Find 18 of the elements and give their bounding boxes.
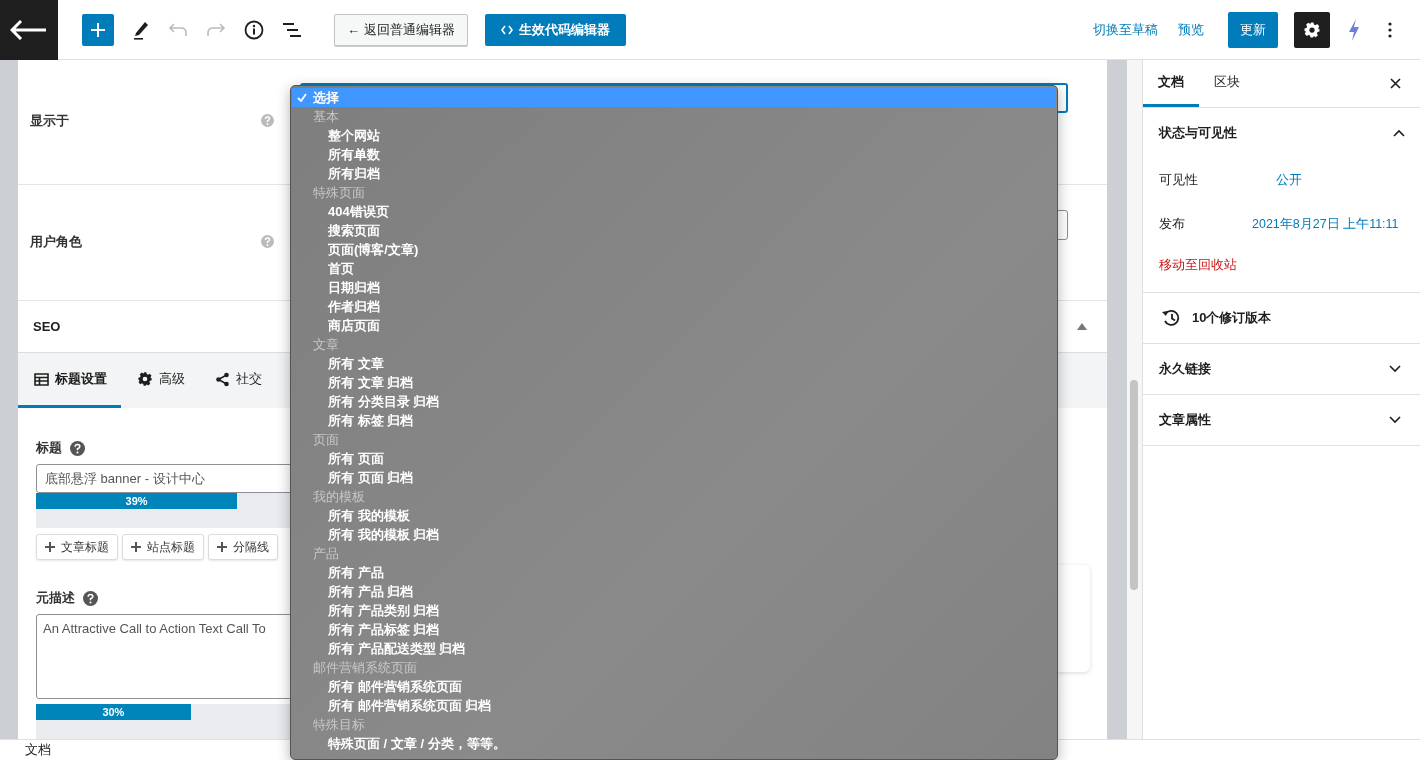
option-group-label: 特殊页面 xyxy=(312,184,366,202)
setting-label: 可见性 xyxy=(1159,171,1199,189)
option-group-label: 我的模板 xyxy=(312,488,366,506)
meter-reading: 39% xyxy=(125,495,148,507)
field-label: 标题 xyxy=(36,439,62,457)
setting-label: 发布 xyxy=(1159,215,1186,233)
option-group-label: 特殊目标 xyxy=(312,716,366,734)
option-group-label: 邮件营销系统页面 xyxy=(312,659,418,677)
field-label: 元描述 xyxy=(36,589,75,607)
option-group-label: 文章 xyxy=(312,336,340,354)
option-group-label: 产品 xyxy=(312,545,340,563)
option-group-label: 页面 xyxy=(312,431,340,449)
field-label: 用户角色 xyxy=(30,233,82,251)
meter-reading: 30% xyxy=(102,706,125,718)
description-text: An Attractive Call to Action Text Call To xyxy=(43,621,266,636)
section-title: SEO xyxy=(33,319,61,334)
field-label: 显示于 xyxy=(30,112,69,130)
option-group-label: 基本 xyxy=(312,108,340,126)
